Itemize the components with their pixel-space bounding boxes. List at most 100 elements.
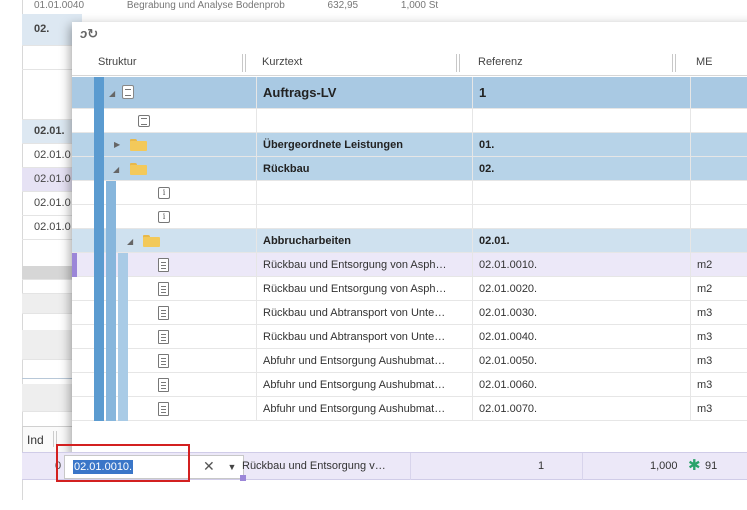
level-bar bbox=[94, 157, 104, 181]
tree-row-position[interactable]: Abfuhr und Entsorgung Aushubmat… 02.01.0… bbox=[72, 373, 747, 397]
position-icon bbox=[158, 306, 169, 320]
tree-row-position[interactable]: Rückbau und Abtransport von Unte… 02.01.… bbox=[72, 325, 747, 349]
popup-toolbar: ↄ↻ bbox=[72, 22, 747, 46]
cell-text: 02.01.0030. bbox=[479, 307, 538, 319]
bg-row-label: 02.01.0 bbox=[34, 197, 71, 209]
cell-me bbox=[690, 205, 747, 229]
level-bar bbox=[94, 77, 104, 109]
cell-me bbox=[690, 133, 747, 157]
cell-me bbox=[690, 109, 747, 133]
cell-referenz: 02.01.0050. bbox=[472, 349, 690, 373]
level-bar bbox=[118, 253, 128, 277]
tree-row-subfolder[interactable]: ◢ Abbrucharbeiten 02.01. bbox=[72, 229, 747, 253]
position-icon bbox=[158, 402, 169, 416]
structure-dropdown-popup: ↄ↻ Struktur Kurztext Referenz ME ◢ Auftr… bbox=[72, 22, 747, 454]
tree-row-note[interactable] bbox=[72, 109, 747, 133]
cell-kurztext: Rückbau und Entsorgung von Asph… bbox=[256, 253, 472, 277]
cell-me bbox=[690, 77, 747, 109]
collapse-triangle-icon[interactable]: ◢ bbox=[113, 165, 119, 174]
collapse-triangle-icon[interactable]: ◢ bbox=[127, 237, 133, 246]
cell-me bbox=[690, 229, 747, 253]
star-icon: ✱ bbox=[688, 457, 701, 474]
position-icon bbox=[158, 258, 169, 272]
cell-referenz: 01. bbox=[472, 133, 690, 157]
lv-document-icon bbox=[122, 85, 134, 99]
cell-me: m3 bbox=[690, 349, 747, 373]
collapse-triangle-icon[interactable]: ◢ bbox=[109, 89, 115, 98]
level-bar bbox=[94, 301, 104, 325]
cell-kurztext: Abfuhr und Entsorgung Aushubmat… bbox=[256, 349, 472, 373]
cell-referenz: 02.01.0020. bbox=[472, 277, 690, 301]
sync-icon[interactable]: ↄ↻ bbox=[80, 26, 98, 42]
cell-text: m2 bbox=[697, 259, 713, 271]
cell-text: Abfuhr und Entsorgung Aushubmat… bbox=[263, 355, 446, 367]
cell-kurztext bbox=[256, 181, 472, 205]
level-bar bbox=[94, 325, 104, 349]
cell-text: m2 bbox=[697, 283, 713, 295]
column-header-kurztext[interactable]: Kurztext bbox=[256, 50, 472, 76]
tree-row-lv[interactable]: ◢ Auftrags-LV 1 bbox=[72, 77, 747, 109]
tree-row-position[interactable]: Abfuhr und Entsorgung Aushubmat… 02.01.0… bbox=[72, 397, 747, 421]
tree-row-position[interactable]: Abfuhr und Entsorgung Aushubmat… 02.01.0… bbox=[72, 349, 747, 373]
cell-text: m3 bbox=[697, 331, 713, 343]
level-bar bbox=[106, 397, 116, 421]
column-header-label: Referenz bbox=[478, 56, 523, 68]
cell-text: Rückbau und Entsorgung von Asph… bbox=[263, 259, 447, 271]
column-resize-handle[interactable] bbox=[672, 54, 676, 72]
cell-kurztext: Abfuhr und Entsorgung Aushubmat… bbox=[256, 397, 472, 421]
cell-text: 02.01.0040. bbox=[479, 331, 538, 343]
tree-row-folder[interactable]: ▶ Übergeordnete Leistungen 01. bbox=[72, 133, 747, 157]
cell-text: 02.01.0050. bbox=[479, 355, 538, 367]
cell-kurztext: Auftrags-LV bbox=[256, 77, 472, 109]
bg-cell: Begrabung und Analyse Bodenprob bbox=[126, 0, 285, 11]
expand-triangle-icon[interactable]: ▶ bbox=[114, 140, 120, 149]
column-header-me[interactable]: ME bbox=[690, 50, 747, 76]
cell-referenz: 02.01.0030. bbox=[472, 301, 690, 325]
background-top-row: 01.01.0040 Begrabung und Analyse Bodenpr… bbox=[22, 0, 622, 14]
resize-handle[interactable] bbox=[240, 475, 246, 481]
bg-row-label: 02.01.0 bbox=[34, 221, 71, 233]
cell-text: m3 bbox=[697, 307, 713, 319]
cell-referenz: 02. bbox=[472, 157, 690, 181]
tree-row-position[interactable]: Rückbau und Abtransport von Unte… 02.01.… bbox=[72, 301, 747, 325]
tree-row-position-selected[interactable]: Rückbau und Entsorgung von Asph… 02.01.0… bbox=[72, 253, 747, 277]
tree-row-info[interactable]: i bbox=[72, 181, 747, 205]
cell-referenz: 02.01.0010. bbox=[472, 253, 690, 277]
level-bar bbox=[118, 373, 128, 397]
stage: 01.01.0040 Begrabung und Analyse Bodenpr… bbox=[0, 0, 747, 510]
column-header-referenz[interactable]: Referenz bbox=[472, 50, 690, 76]
tree-row-info[interactable]: i bbox=[72, 205, 747, 229]
column-resize-handle[interactable] bbox=[242, 54, 246, 72]
level-bar bbox=[106, 229, 116, 253]
cell-me: m3 bbox=[690, 397, 747, 421]
level-bar bbox=[106, 205, 116, 229]
cell-referenz: 02.01.0060. bbox=[472, 373, 690, 397]
cell-referenz: 02.01.0040. bbox=[472, 325, 690, 349]
folder-open-icon bbox=[130, 163, 147, 175]
cell-me bbox=[690, 181, 747, 205]
position-icon bbox=[158, 282, 169, 296]
level-bar bbox=[106, 277, 116, 301]
column-resize-handle[interactable] bbox=[456, 54, 460, 72]
level-bar bbox=[94, 133, 104, 157]
level-bar bbox=[106, 181, 116, 205]
column-divider bbox=[410, 453, 411, 480]
cell-referenz bbox=[472, 181, 690, 205]
level-bar bbox=[106, 325, 116, 349]
bg-cell: 632,95 bbox=[327, 0, 359, 11]
tree-row-position[interactable]: Rückbau und Entsorgung von Asph… 02.01.0… bbox=[72, 277, 747, 301]
cell-referenz: 02.01.0070. bbox=[472, 397, 690, 421]
row-quantity: 1,000 bbox=[650, 460, 678, 472]
position-icon bbox=[158, 330, 169, 344]
column-header-struktur[interactable]: Struktur bbox=[92, 50, 242, 76]
level-bar bbox=[118, 277, 128, 301]
clear-icon[interactable]: ✕ bbox=[203, 458, 215, 475]
cell-text: Auftrags-LV bbox=[263, 85, 337, 100]
column-header-label: Struktur bbox=[98, 56, 137, 68]
cell-text: 02.01. bbox=[479, 235, 510, 247]
cell-text: Rückbau bbox=[263, 163, 310, 175]
position-icon bbox=[158, 354, 169, 368]
cell-kurztext: Übergeordnete Leistungen bbox=[256, 133, 472, 157]
tree-row-folder[interactable]: ◢ Rückbau 02. bbox=[72, 157, 747, 181]
row-description: Rückbau und Entsorgung v… bbox=[242, 460, 386, 472]
